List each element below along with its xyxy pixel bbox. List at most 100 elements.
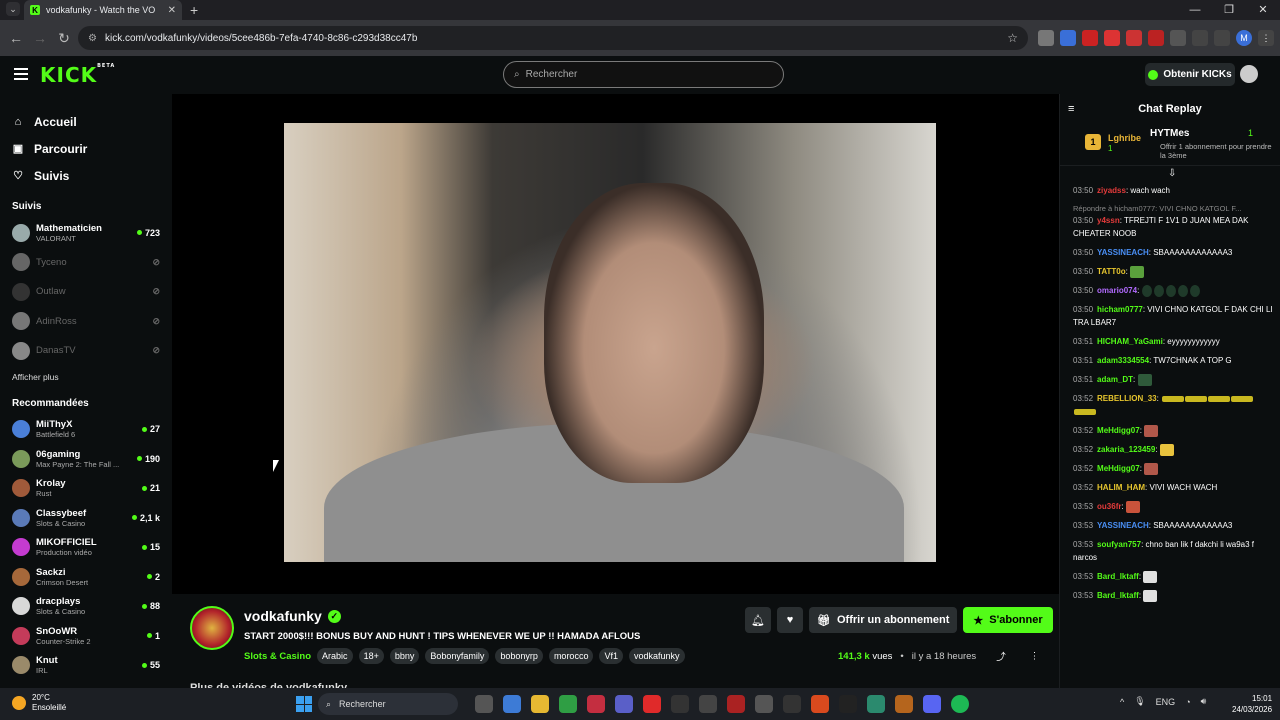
reload-icon[interactable]: ↻ (52, 30, 76, 47)
sidebar-channel[interactable]: Tyceno ⊘ (0, 248, 172, 278)
download-icon[interactable] (1214, 30, 1230, 46)
extension-icon[interactable] (1104, 30, 1120, 46)
tag[interactable]: morocco (548, 648, 594, 664)
follow-heart-icon[interactable]: ♥ (777, 607, 803, 633)
copilot-icon[interactable] (503, 695, 521, 713)
close-window-icon[interactable]: ✕ (1246, 0, 1280, 20)
sidebar-channel[interactable]: dracplays Slots & Casino 88 (0, 592, 172, 622)
more-options-icon[interactable]: ⋮ (1030, 651, 1040, 662)
reading-list-icon[interactable] (1192, 30, 1208, 46)
chat-username[interactable]: zakaria_123459 (1097, 445, 1155, 454)
sidebar-channel[interactable]: MIKOFFICIEL Production vidéo 15 (0, 533, 172, 563)
youtube-icon[interactable] (643, 695, 661, 713)
app-icon[interactable] (783, 695, 801, 713)
get-kicks-button[interactable]: Obtenir KICKs (1145, 63, 1235, 86)
taskview-icon[interactable] (475, 695, 493, 713)
sidebar-channel[interactable]: Knut IRL 55 (0, 651, 172, 681)
sidebar-channel[interactable]: Sackzi Crimson Desert 2 (0, 562, 172, 592)
maximize-icon[interactable]: ❐ (1212, 0, 1246, 20)
sidebar-channel[interactable]: Krolay Rust 21 (0, 474, 172, 504)
tag[interactable]: bbny (389, 648, 420, 664)
app-icon[interactable] (671, 695, 689, 713)
obs-icon[interactable] (755, 695, 773, 713)
sidebar-channel[interactable]: 06gaming Max Payne 2: The Fall ... 190 (0, 444, 172, 474)
leader-name[interactable]: HYTMes (1150, 128, 1189, 139)
chat-username[interactable]: TATT0o (1097, 267, 1126, 276)
leader-name[interactable]: Lghribe (1108, 133, 1141, 143)
tag[interactable]: vodkafunky (628, 648, 685, 664)
tag[interactable]: Vf1 (599, 648, 623, 664)
scroll-down-icon[interactable]: ⇩ (1168, 168, 1176, 179)
tag[interactable]: 18+ (358, 648, 384, 664)
app-icon[interactable] (867, 695, 885, 713)
taskbar-search[interactable]: ⌕ Rechercher (318, 693, 458, 715)
chat-username[interactable]: omario074 (1097, 286, 1137, 295)
close-tab-icon[interactable]: ✕ (168, 5, 176, 16)
chevron-up-icon[interactable]: ^ (1120, 697, 1124, 707)
brave-icon[interactable] (811, 695, 829, 713)
chat-username[interactable]: YASSINEACH (1097, 521, 1149, 530)
chat-username[interactable]: REBELLION_33 (1097, 394, 1157, 403)
tag[interactable]: Bobonyfamily (425, 648, 490, 664)
spotify-icon[interactable] (951, 695, 969, 713)
gift-sub-button[interactable]: 🎁︎ Offrir un abonnement (809, 607, 958, 633)
wifi-icon[interactable]: ◔ (1185, 697, 1190, 707)
chat-username[interactable]: YASSINEACH (1097, 248, 1149, 257)
menu-hamburger-icon[interactable] (14, 68, 28, 80)
discord-icon[interactable] (923, 695, 941, 713)
extension-icon[interactable] (1126, 30, 1142, 46)
video-frame[interactable] (284, 123, 936, 562)
teams-icon[interactable] (615, 695, 633, 713)
notification-bell-icon[interactable]: 🔔︎ (745, 607, 771, 633)
extension-icon[interactable] (1060, 30, 1076, 46)
puzzle-icon[interactable] (1170, 30, 1186, 46)
category-link[interactable]: Slots & Casino (244, 651, 311, 662)
chrome-icon[interactable] (559, 695, 577, 713)
chat-username[interactable]: MeHdigg07 (1097, 426, 1140, 435)
chat-username[interactable]: ou36fr (1097, 502, 1121, 511)
site-info-icon[interactable]: ⚙ (88, 33, 97, 44)
chat-username[interactable]: y4ssn (1097, 216, 1120, 225)
nav-following[interactable]: ♡ Suivis (0, 162, 172, 189)
app-icon[interactable] (727, 695, 745, 713)
profile-avatar[interactable]: M (1236, 30, 1252, 46)
chat-username[interactable]: hicham0777 (1097, 305, 1143, 314)
search-input[interactable]: ⌕ Rechercher (503, 61, 784, 88)
sidebar-channel[interactable]: MiiThyX Battlefield 6 27 (0, 415, 172, 445)
nav-browse[interactable]: ▣ Parcourir (0, 135, 172, 162)
extension-icon[interactable] (1082, 30, 1098, 46)
user-avatar[interactable] (1240, 65, 1258, 83)
collapse-chat-icon[interactable]: ≡ (1068, 103, 1074, 115)
streamer-avatar[interactable] (190, 606, 234, 650)
sidebar-channel[interactable]: Outlaw ⊘ (0, 277, 172, 307)
chat-username[interactable]: adam_DT (1097, 375, 1133, 384)
tag[interactable]: Arabic (317, 648, 353, 664)
tag[interactable]: bobonyrp (495, 648, 543, 664)
mic-icon[interactable]: 🎙︎ (1134, 696, 1145, 707)
share-icon[interactable]: ⤴ (996, 649, 1006, 663)
chat-username[interactable]: MeHdigg07 (1097, 464, 1140, 473)
tab-search-icon[interactable]: ⌄ (6, 2, 20, 16)
minimize-icon[interactable]: — (1178, 0, 1212, 20)
browser-tab[interactable]: K vodkafunky - Watch the VO ✕ (24, 0, 182, 20)
subscribe-button[interactable]: ★ S'abonner (963, 607, 1053, 633)
kick-logo[interactable]: KICKBETA (40, 63, 115, 87)
chat-username[interactable]: Bard_lktaff (1097, 572, 1139, 581)
back-icon[interactable]: ← (4, 30, 28, 46)
app-icon[interactable] (839, 695, 857, 713)
volume-icon[interactable]: 🔊︎ (1201, 696, 1207, 707)
show-more-link[interactable]: Afficher plus (0, 372, 172, 382)
sidebar-channel[interactable]: DanasTV ⊘ (0, 336, 172, 366)
new-tab-button[interactable]: + (190, 2, 198, 18)
chat-username[interactable]: Bard_lktaff (1097, 591, 1139, 600)
explorer-icon[interactable] (531, 695, 549, 713)
bookmark-star-icon[interactable]: ☆ (1007, 31, 1018, 45)
more-menu-icon[interactable]: ⋮ (1258, 30, 1274, 46)
chat-username[interactable]: soufyan757 (1097, 540, 1141, 549)
chat-username[interactable]: HICHAM_YaGami (1097, 337, 1163, 346)
extension-icon[interactable] (1038, 30, 1054, 46)
streamer-name[interactable]: vodkafunky ✓ (244, 608, 341, 624)
chat-username[interactable]: ziyadss (1097, 186, 1126, 195)
forward-icon[interactable]: → (28, 30, 52, 46)
video-player[interactable] (172, 94, 1059, 594)
